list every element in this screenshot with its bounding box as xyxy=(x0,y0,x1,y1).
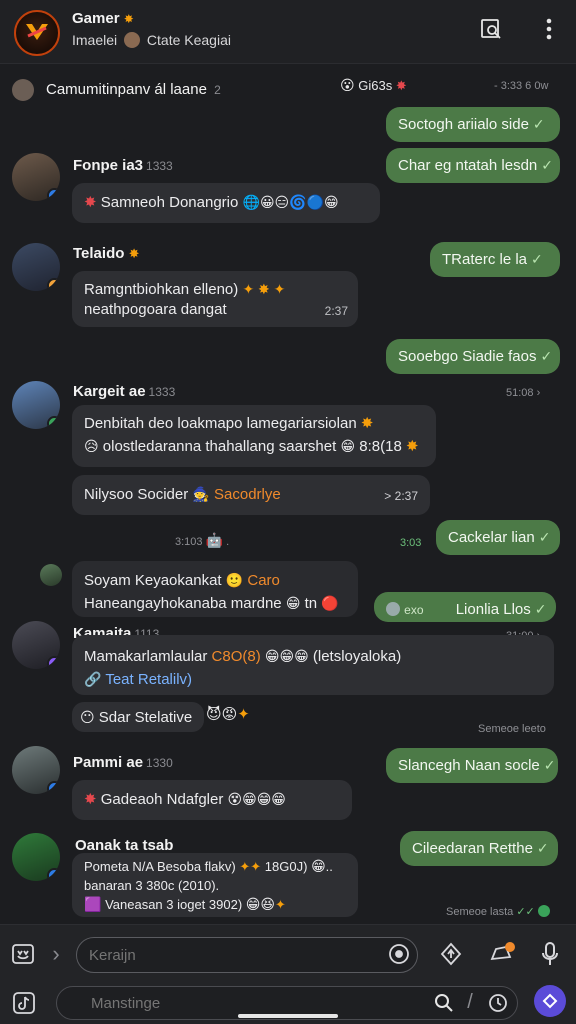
clock-icon[interactable] xyxy=(486,991,510,1015)
status-badge xyxy=(47,416,60,429)
search-submit-icon[interactable] xyxy=(432,991,456,1015)
outgoing-message[interactable]: exo Lionlia Llos ✓ xyxy=(374,592,556,622)
outgoing-message[interactable]: Sooebgo Siadie faos ✓ xyxy=(386,339,560,374)
status-badge xyxy=(47,278,60,291)
outgoing-message[interactable]: TRaterc le la ✓ xyxy=(430,242,560,277)
outgoing-message[interactable]: Soctogh ariialo side ✓ xyxy=(386,107,560,142)
chat-title: Gamer ✸ xyxy=(72,10,134,27)
read-check-icon: ✓ xyxy=(541,157,553,173)
chat-subtitle: Imaelei Ctate Keagiai xyxy=(72,32,231,48)
incoming-message[interactable]: Soyam Keyaokankat 🙂 Caro Haneangayhokana… xyxy=(72,561,358,617)
avatar[interactable] xyxy=(12,79,34,101)
read-check-icon: ✓ xyxy=(543,757,556,773)
incoming-message[interactable]: ✸ Samneoh Donangrio 🌐😀😑🌀🔵😁 xyxy=(72,183,380,223)
note-search-icon[interactable] xyxy=(476,14,506,44)
outgoing-message[interactable]: Char eg ntatah lesdn ✓ xyxy=(386,148,560,183)
avatar[interactable] xyxy=(12,621,60,669)
message-input[interactable] xyxy=(76,937,418,973)
logo-icon[interactable] xyxy=(14,10,60,56)
read-check-icon: ✓ xyxy=(534,601,547,617)
sender-name[interactable]: Oanak ta tsab xyxy=(75,837,173,854)
system-line: Camumitinpanv ál laane 2 xyxy=(46,81,221,98)
notification-icon[interactable] xyxy=(486,939,518,969)
avatar[interactable] xyxy=(12,153,60,201)
verified-badge xyxy=(47,868,60,881)
timestamp: Semeoe leeto xyxy=(478,723,546,735)
status-badge xyxy=(47,656,60,669)
profile-icon[interactable] xyxy=(534,985,566,1017)
sender-name[interactable]: Telaido ✸ xyxy=(73,245,139,262)
timestamp: Semeoe lasta ✓✓ xyxy=(446,905,550,918)
message-link[interactable]: 🔗 Teat Retalilv) xyxy=(84,668,542,691)
separator-icon: / xyxy=(467,990,473,1013)
avatar[interactable] xyxy=(12,381,60,429)
message-list[interactable]: Camumitinpanv ál laane 2 😮 Gi63s ✸ - 3:3… xyxy=(0,65,576,923)
gift-icon[interactable] xyxy=(436,939,466,969)
timestamp: 3:03 xyxy=(400,537,422,549)
sender-name[interactable]: Kargeit ae 1333 xyxy=(73,383,175,400)
tiktok-icon[interactable] xyxy=(8,987,40,1019)
avatar[interactable] xyxy=(40,564,62,586)
reaction-emojis[interactable]: 😈😡✦ xyxy=(206,705,250,723)
verified-badge xyxy=(47,781,60,794)
mic-icon[interactable] xyxy=(536,939,564,969)
read-check-icon: ✓ xyxy=(532,116,545,132)
top-bar: Gamer ✸ Imaelei Ctate Keagiai xyxy=(0,0,576,64)
incoming-message[interactable]: Ramgntbiohkan elleno) ✦ ✸ ✦ neathpogoara… xyxy=(72,271,358,327)
sender-name[interactable]: Pammi ae 1330 xyxy=(73,754,173,771)
sticker-icon[interactable] xyxy=(8,939,38,969)
read-check-icon: ✓ xyxy=(540,348,553,364)
reaction-chip[interactable]: 😶 Sdar Stelative xyxy=(72,702,204,732)
timestamp: - 3:33 6 0w xyxy=(494,80,549,92)
attach-icon[interactable]: › xyxy=(46,941,66,967)
composer: › / xyxy=(0,924,576,1024)
reaction-summary[interactable]: 😮 Gi63s ✸ xyxy=(340,77,407,94)
reply-message[interactable]: Nilysoo Socider 🧙 Sacodrlye > 2:37 xyxy=(72,475,430,515)
more-vert-icon[interactable] xyxy=(534,14,564,44)
timestamp: 3:103 🤖 . xyxy=(175,532,230,548)
outgoing-message[interactable]: Cackelar lian ✓ xyxy=(436,520,560,555)
incoming-message[interactable]: Mamakarlamlaular C8O(8) 😁😁😁 (letsloyalok… xyxy=(72,635,554,695)
timestamp: 51:08 › xyxy=(506,387,541,399)
incoming-message[interactable]: Pometa N/A Besoba flakv) ✦✦ 18G0J) 😁.. b… xyxy=(72,853,358,917)
verified-badge xyxy=(47,188,60,201)
read-check-icon: ✓ xyxy=(538,529,551,545)
read-check-icon: ✓ xyxy=(531,251,543,267)
home-indicator[interactable] xyxy=(238,1014,338,1018)
avatar[interactable] xyxy=(12,243,60,291)
incoming-message[interactable]: ✸ Gadeaoh Ndafgler 😵😁😁😁 xyxy=(72,780,352,820)
outgoing-message[interactable]: Slancegh Naan socle ✓ xyxy=(386,748,558,783)
avatar[interactable] xyxy=(12,833,60,881)
sender-name[interactable]: Fonpe ia3 1333 xyxy=(73,157,173,174)
incoming-message[interactable]: Denbitah deo loakmapo lamegariarsiolan ✸… xyxy=(72,405,436,467)
emoji-icon[interactable] xyxy=(386,941,412,967)
avatar[interactable] xyxy=(12,746,60,794)
outgoing-message[interactable]: Cileedaran Retthe ✓ xyxy=(400,831,558,866)
read-check-icon: ✓ xyxy=(536,840,549,856)
